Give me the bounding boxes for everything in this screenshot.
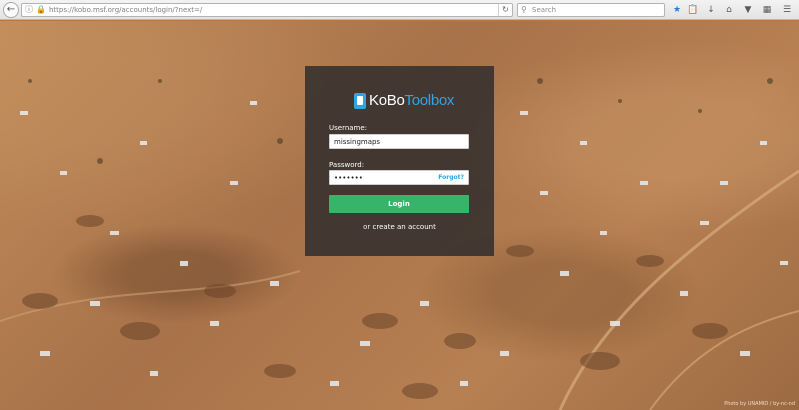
forgot-password-link[interactable]: Forgot?: [438, 174, 464, 181]
page-background: KoBoToolbox Username: Password: Forgot? …: [0, 21, 799, 410]
login-card: KoBoToolbox Username: Password: Forgot? …: [305, 66, 494, 256]
password-field[interactable]: [334, 173, 434, 183]
info-icon[interactable]: ⓘ: [25, 4, 33, 16]
home-icon[interactable]: ⌂: [722, 3, 736, 17]
bookmark-star-icon[interactable]: ★: [670, 3, 684, 17]
pocket-icon[interactable]: ▼: [741, 3, 755, 17]
kobotoolbox-logo: KoBoToolbox: [354, 90, 455, 109]
url-bar[interactable]: ⓘ 🔒 https://kobo.msf.org/accounts/login/…: [21, 3, 513, 17]
reload-icon[interactable]: ↻: [498, 4, 512, 16]
logo-toolbox-text: Toolbox: [404, 92, 455, 109]
search-icon: ⚲: [521, 5, 527, 14]
username-field[interactable]: [334, 137, 434, 147]
logo-kobo-text: KoBo: [369, 92, 405, 109]
search-input[interactable]: [532, 5, 660, 15]
reader-icon[interactable]: ▦: [760, 3, 774, 17]
back-icon[interactable]: ←: [3, 2, 19, 18]
create-account-link[interactable]: create an account: [373, 223, 436, 231]
kobo-logo-icon: [354, 92, 366, 109]
lock-icon[interactable]: 🔒: [36, 4, 46, 16]
photo-credit: Photo by UNAMID / by-nc-nd: [724, 401, 795, 407]
create-prefix: or: [363, 223, 371, 231]
url-text[interactable]: https://kobo.msf.org/accounts/login/?nex…: [49, 4, 202, 16]
download-icon[interactable]: ↓: [704, 3, 718, 17]
create-account-line: or create an account: [305, 223, 494, 231]
login-button[interactable]: Login: [329, 195, 469, 213]
menu-icon[interactable]: ☰: [780, 3, 794, 17]
password-label: Password:: [329, 161, 365, 169]
search-bar[interactable]: ⚲: [517, 3, 665, 17]
password-field-box[interactable]: Forgot?: [329, 170, 469, 185]
browser-toolbar: ← ⓘ 🔒 https://kobo.msf.org/accounts/logi…: [0, 0, 799, 20]
username-field-box[interactable]: [329, 134, 469, 149]
username-label: Username:: [329, 124, 368, 132]
clipboard-icon[interactable]: 📋: [686, 3, 700, 17]
